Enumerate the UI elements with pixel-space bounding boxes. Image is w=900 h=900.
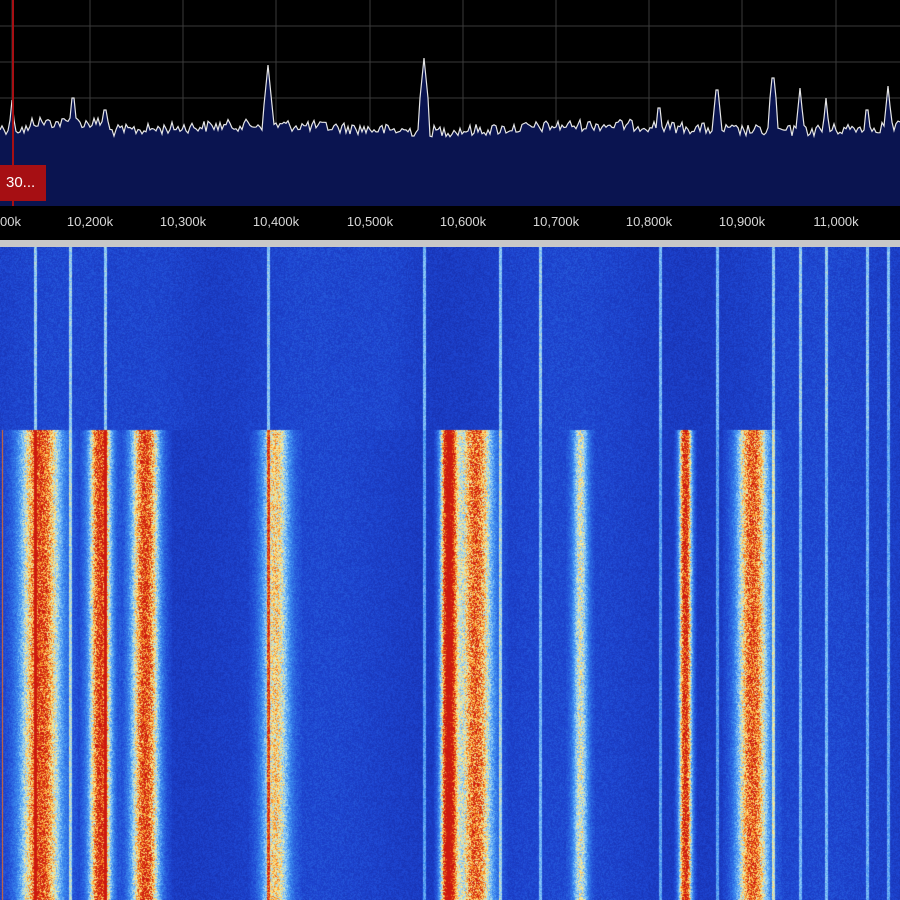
frequency-tick-label: 10,800k <box>625 214 673 229</box>
spectrum-panel[interactable]: 00k 10,200k 10,300k 10,400k 10,500k 10,600k 10… <box>0 0 900 240</box>
tuner-offset-badge[interactable]: 30... <box>0 165 46 201</box>
panel-splitter[interactable] <box>0 240 900 247</box>
frequency-tick-label: 11,000k <box>813 214 859 229</box>
frequency-tick-label: 10,500k <box>346 214 394 229</box>
frequency-tick-label: 10,700k <box>532 214 580 229</box>
spectrum-trace <box>0 57 900 139</box>
spectrum-plot[interactable] <box>0 0 900 206</box>
frequency-tick-label: 10,600k <box>439 214 487 229</box>
frequency-tick-label: 10,200k <box>66 214 114 229</box>
frequency-tick-label: 00k <box>0 214 21 229</box>
frequency-tick-label: 10,300k <box>159 214 207 229</box>
frequency-tick-label: 10,900k <box>718 214 766 229</box>
frequency-tick-label: 10,400k <box>252 214 300 229</box>
frequency-axis[interactable]: 00k 10,200k 10,300k 10,400k 10,500k 10,600k 10… <box>0 206 900 240</box>
waterfall-display[interactable] <box>0 247 900 900</box>
